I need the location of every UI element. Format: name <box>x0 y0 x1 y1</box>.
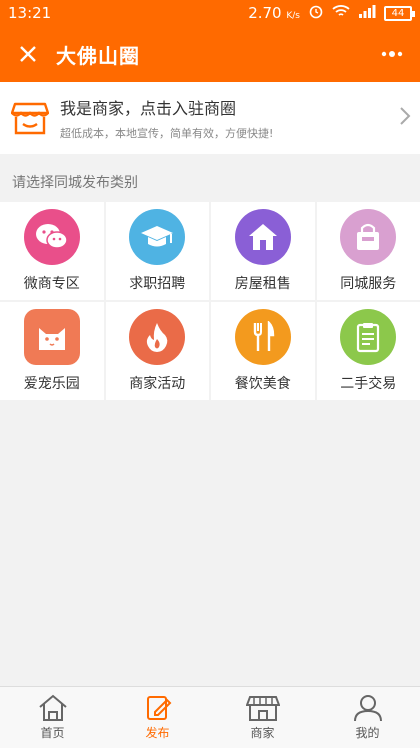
banner-title: 我是商家，点击入驻商圈 <box>60 99 237 118</box>
tab-label: 发布 <box>145 726 170 740</box>
category-wechat-business[interactable]: 微商专区 <box>0 202 104 300</box>
wechat-icon <box>23 209 80 265</box>
flame-icon <box>129 309 186 365</box>
network-speed: 2.70 K/s <box>248 4 300 22</box>
tab-publish[interactable]: 发布 <box>105 687 210 748</box>
house-icon <box>234 209 291 265</box>
tab-mine[interactable]: 我的 <box>315 687 420 748</box>
category-label: 微商专区 <box>23 276 80 292</box>
store-icon <box>245 696 280 721</box>
category-merchant-events[interactable]: 商家活动 <box>105 302 209 400</box>
category-label: 餐饮美食 <box>234 376 291 392</box>
battery-icon: 44 <box>384 5 415 21</box>
category-local-services[interactable]: 同城服务 <box>316 202 420 300</box>
cat-icon <box>23 309 80 365</box>
category-label: 求职招聘 <box>129 276 186 292</box>
category-label: 爱宠乐园 <box>23 376 80 392</box>
category-second-hand[interactable]: 二手交易 <box>316 302 420 400</box>
more-button[interactable] <box>364 26 420 82</box>
shop-icon <box>0 100 60 136</box>
category-pets[interactable]: 爱宠乐园 <box>0 302 104 400</box>
user-icon <box>353 695 382 722</box>
category-label: 二手交易 <box>340 376 397 392</box>
tab-label: 首页 <box>40 726 65 740</box>
category-label: 商家活动 <box>129 376 186 392</box>
tab-label: 商家 <box>250 726 275 740</box>
category-label: 同城服务 <box>340 276 397 292</box>
status-bar: 13:21 2.70 K/s 44 <box>0 0 420 26</box>
home-icon <box>38 694 67 721</box>
category-housing[interactable]: 房屋租售 <box>211 202 315 300</box>
page-title: 大佛山圈 <box>56 43 140 68</box>
status-time: 13:21 <box>8 4 52 22</box>
title-bar: 大佛山圈 <box>0 26 420 82</box>
chevron-right-icon <box>390 106 420 131</box>
category-food[interactable]: 餐饮美食 <box>211 302 315 400</box>
edit-icon <box>146 696 171 720</box>
graduation-cap-icon <box>129 209 186 265</box>
merchant-join-banner[interactable]: 我是商家，点击入驻商圈 超低成本，本地宣传，简单有效，方便快捷! <box>0 82 420 154</box>
category-jobs[interactable]: 求职招聘 <box>105 202 209 300</box>
close-icon <box>20 46 36 62</box>
close-button[interactable] <box>0 26 56 82</box>
signal-icon <box>358 4 376 22</box>
more-icon <box>381 51 403 57</box>
banner-subtitle: 超低成本，本地宣传，简单有效，方便快捷! <box>60 127 274 140</box>
tab-home[interactable]: 首页 <box>0 687 105 748</box>
wifi-icon <box>332 4 350 22</box>
fork-knife-icon <box>234 309 291 365</box>
section-label: 请选择同城发布类别 <box>12 175 138 191</box>
tab-label: 我的 <box>355 726 380 740</box>
bottom-tab-bar: 首页 发布 商家 我的 <box>0 686 420 748</box>
alarm-icon <box>308 3 324 23</box>
category-label: 房屋租售 <box>234 276 291 292</box>
clipboard-icon <box>340 309 397 365</box>
category-grid: 微商专区 求职招聘 房屋租售 同城服务 爱宠乐园 商家活动 餐饮美食 二手交易 <box>0 202 420 400</box>
bag-icon <box>340 209 397 265</box>
tab-merchants[interactable]: 商家 <box>210 687 315 748</box>
